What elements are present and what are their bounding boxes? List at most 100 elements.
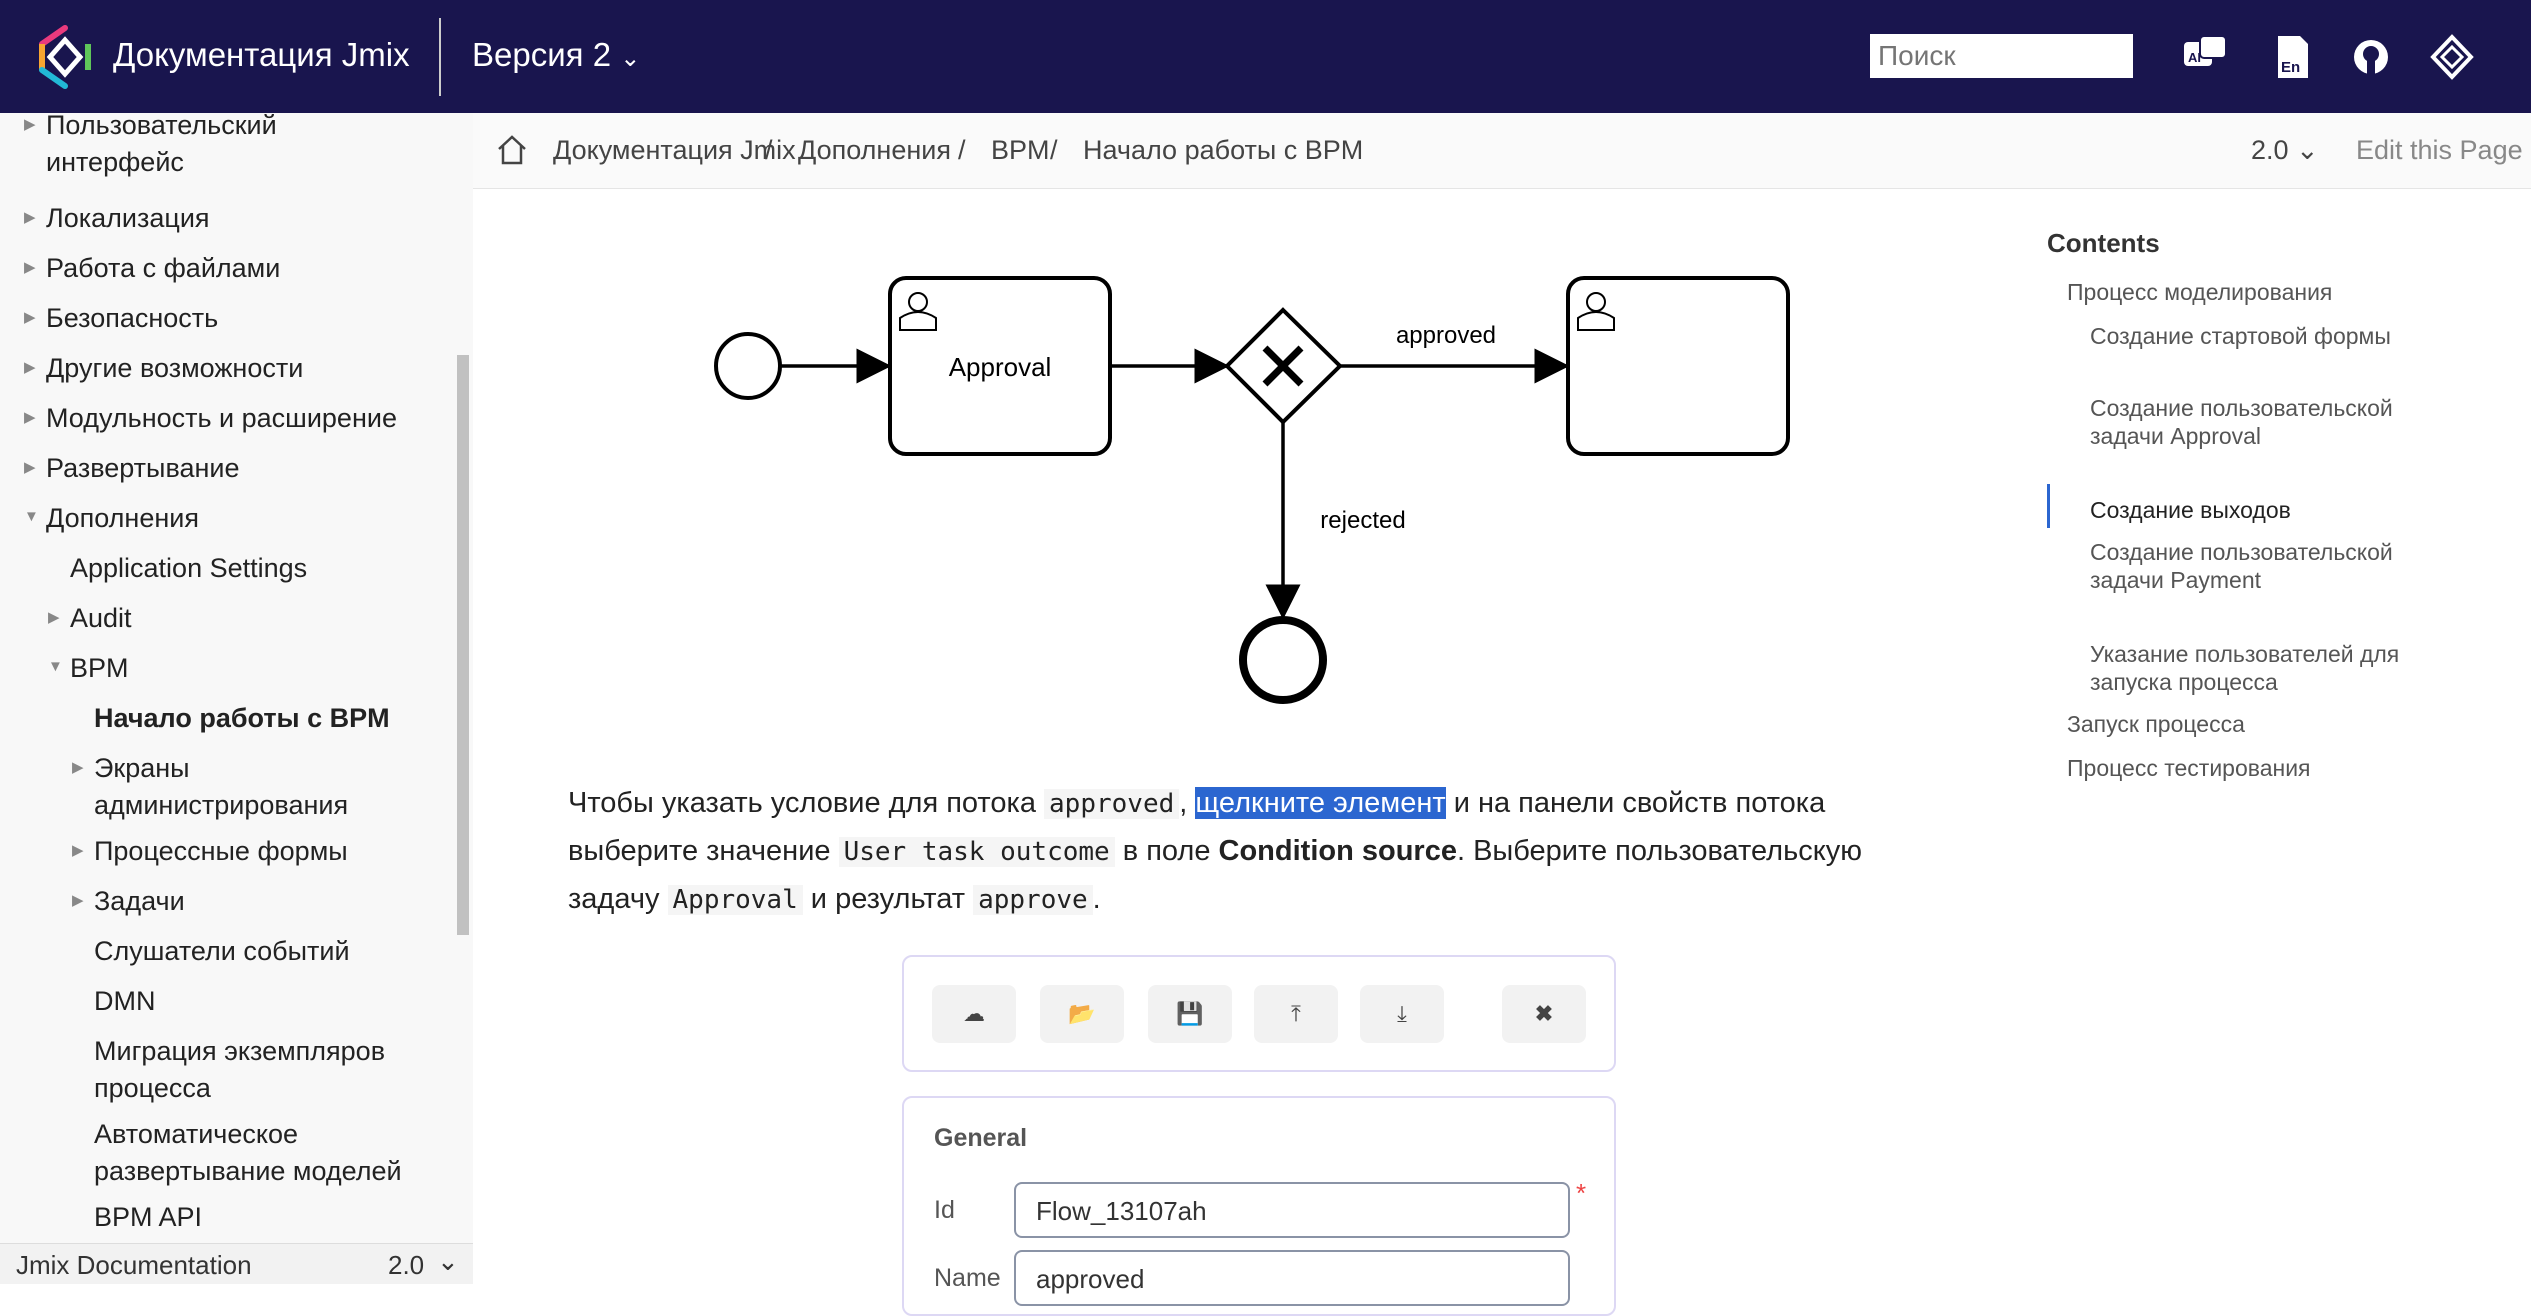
name-label: Name xyxy=(934,1264,1001,1292)
close-icon: ✖ xyxy=(1534,1001,1554,1026)
jmix-icon[interactable] xyxy=(2427,32,2477,82)
start-event xyxy=(714,332,782,400)
sidebar-item[interactable]: Модульность и расширение xyxy=(46,400,446,437)
chevron-down-icon: ⌄ xyxy=(437,1246,459,1276)
toc-item[interactable]: Процесс моделирования xyxy=(2067,278,2387,306)
id-field[interactable]: Flow_13107ah xyxy=(1014,1182,1570,1238)
toc-item[interactable]: Указание пользователей для запуска проце… xyxy=(2090,640,2410,696)
svg-text:En: En xyxy=(2281,59,2300,76)
page-version: 2.0 xyxy=(2251,135,2289,165)
toc-item[interactable]: Создание пользовательской задачи Payment xyxy=(2090,538,2410,594)
cloud-upload-icon: ☁ xyxy=(963,1001,985,1026)
rejected-label: rejected xyxy=(1320,507,1405,534)
sidebar-item[interactable]: Дополнения xyxy=(46,500,446,537)
caret-right-icon[interactable]: ▶ xyxy=(24,358,36,376)
import-icon: ⤓ xyxy=(1397,1001,1407,1026)
breadcrumb-bar: Документация Jmix / Дополнения / BPM / Начало … xyxy=(473,113,2531,189)
breadcrumb-item[interactable]: BPM xyxy=(991,135,1050,166)
modeler-toolbar: ☁ 📂 💾 ⤒ ⤓ ✖ xyxy=(902,955,1616,1072)
github-icon[interactable] xyxy=(2346,32,2396,82)
chevron-down-icon: ⌄ xyxy=(620,45,641,72)
sidebar-item[interactable]: Процессные формы xyxy=(94,833,473,870)
toc-item[interactable]: Создание стартовой формы xyxy=(2090,322,2410,350)
import-button[interactable]: ⤓ xyxy=(1360,985,1444,1043)
deploy-button[interactable]: ☁ xyxy=(932,985,1016,1043)
sidebar-scrollbar[interactable] xyxy=(457,355,469,935)
toc-item[interactable]: Процесс тестирования xyxy=(2067,754,2387,782)
save-button[interactable]: 💾 xyxy=(1148,985,1232,1043)
id-label: Id xyxy=(934,1196,955,1224)
edit-page-link[interactable]: Edit this Page xyxy=(2356,135,2523,166)
jmix-logo-icon[interactable] xyxy=(32,24,98,90)
sidebar-item[interactable]: Слушатели событий xyxy=(94,933,473,970)
breadcrumb-item[interactable]: Дополнения xyxy=(798,135,951,166)
sidebar-item[interactable]: Другие возможности xyxy=(46,350,446,387)
required-mark: * xyxy=(1576,1178,1587,1208)
toc-item[interactable]: Создание выходов xyxy=(2090,496,2410,524)
footer-title: Jmix Documentation xyxy=(16,1250,252,1280)
sidebar-item[interactable]: Безопасность xyxy=(46,300,446,337)
caret-right-icon[interactable]: ▶ xyxy=(24,458,36,476)
svg-text:AI: AI xyxy=(2188,50,2201,65)
sidebar-item[interactable]: Локализация xyxy=(46,200,446,237)
toc-item[interactable]: Создание пользовательской задачи Approva… xyxy=(2090,394,2410,450)
english-language-icon[interactable]: En xyxy=(2268,32,2318,82)
caret-right-icon[interactable]: ▶ xyxy=(72,758,84,776)
ai-chat-icon[interactable]: AI xyxy=(2180,32,2230,82)
sidebar-item[interactable]: DMN xyxy=(94,983,473,1020)
breadcrumb-item: Начало работы с BPM xyxy=(1083,135,1364,165)
footer-version[interactable]: 2.0 xyxy=(388,1250,424,1281)
caret-right-icon[interactable]: ▶ xyxy=(72,841,84,859)
version-label: Версия 2 xyxy=(472,36,612,73)
sidebar-item[interactable]: Задачи xyxy=(94,883,473,920)
caret-down-icon[interactable]: ▼ xyxy=(48,658,63,675)
breadcrumb-item[interactable]: Документация Jmix xyxy=(553,135,796,166)
export-icon: ⤒ xyxy=(1291,1001,1301,1026)
sidebar-item[interactable]: Работа с файлами xyxy=(46,250,446,287)
sidebar-nav: Пользовательский интерфейс ▶ Локализация ▶ Р… xyxy=(0,113,473,1243)
sidebar-item[interactable]: Application Settings xyxy=(70,550,470,587)
properties-panel: General Id Flow_13107ah * Name approved xyxy=(902,1096,1616,1316)
sidebar-item[interactable]: Миграция экземпляров процесса xyxy=(94,1033,473,1107)
caret-down-icon[interactable]: ▼ xyxy=(24,508,39,525)
caret-right-icon[interactable]: ▶ xyxy=(24,308,36,326)
bpmn-diagram: Approval approved rejected xyxy=(714,276,1790,704)
caret-right-icon[interactable]: ▶ xyxy=(24,258,36,276)
page-version-selector[interactable]: 2.0 ⌄ xyxy=(2251,135,2319,166)
top-header: Документация Jmix Версия 2 ⌄ AI En xyxy=(0,0,2531,113)
open-button[interactable]: 📂 xyxy=(1040,985,1124,1043)
version-selector[interactable]: Версия 2 ⌄ xyxy=(472,36,640,74)
table-of-contents: Contents Процесс моделирования Создание с… xyxy=(2047,228,2507,781)
caret-right-icon[interactable]: ▶ xyxy=(48,608,60,626)
search-input[interactable] xyxy=(1870,34,2133,78)
sidebar-item[interactable]: BPM xyxy=(70,650,470,687)
selected-text: щелкните элемент xyxy=(1195,787,1446,819)
caret-right-icon[interactable]: ▶ xyxy=(72,891,84,909)
approved-label: approved xyxy=(1396,322,1496,349)
breadcrumb-separator: / xyxy=(1050,135,1058,165)
breadcrumb-separator: / xyxy=(765,135,773,165)
sidebar-item[interactable]: Пользовательский интерфейс xyxy=(46,113,326,181)
caret-right-icon[interactable]: ▶ xyxy=(24,408,36,426)
sidebar-item[interactable]: Начало работы с BPM xyxy=(94,700,473,737)
sidebar-footer[interactable]: Jmix Documentation 2.0 ⌄ xyxy=(0,1243,473,1284)
sidebar-item[interactable]: Автоматическое развертывание моделей xyxy=(94,1116,473,1190)
sidebar-item[interactable]: BPM API xyxy=(94,1199,473,1236)
content-paragraph: Чтобы указать условие для потока approve… xyxy=(568,787,1862,915)
export-button[interactable]: ⤒ xyxy=(1254,985,1338,1043)
save-icon: 💾 xyxy=(1176,1001,1204,1026)
caret-right-icon[interactable]: ▶ xyxy=(24,115,36,133)
sidebar-item[interactable]: Экраны администрирования xyxy=(94,750,394,824)
sidebar-item[interactable]: Audit xyxy=(70,600,470,637)
home-icon[interactable] xyxy=(495,133,529,167)
toc-title: Contents xyxy=(2047,228,2160,258)
end-event xyxy=(1239,616,1327,704)
sidebar-item[interactable]: Развертывание xyxy=(46,450,446,487)
name-field[interactable]: approved xyxy=(1014,1250,1570,1306)
folder-open-icon: 📂 xyxy=(1068,1001,1096,1026)
close-button[interactable]: ✖ xyxy=(1502,985,1586,1043)
caret-right-icon[interactable]: ▶ xyxy=(24,208,36,226)
brand-title[interactable]: Документация Jmix xyxy=(113,36,410,74)
toc-item[interactable]: Запуск процесса xyxy=(2067,710,2387,738)
toc-active-indicator xyxy=(2047,484,2050,528)
